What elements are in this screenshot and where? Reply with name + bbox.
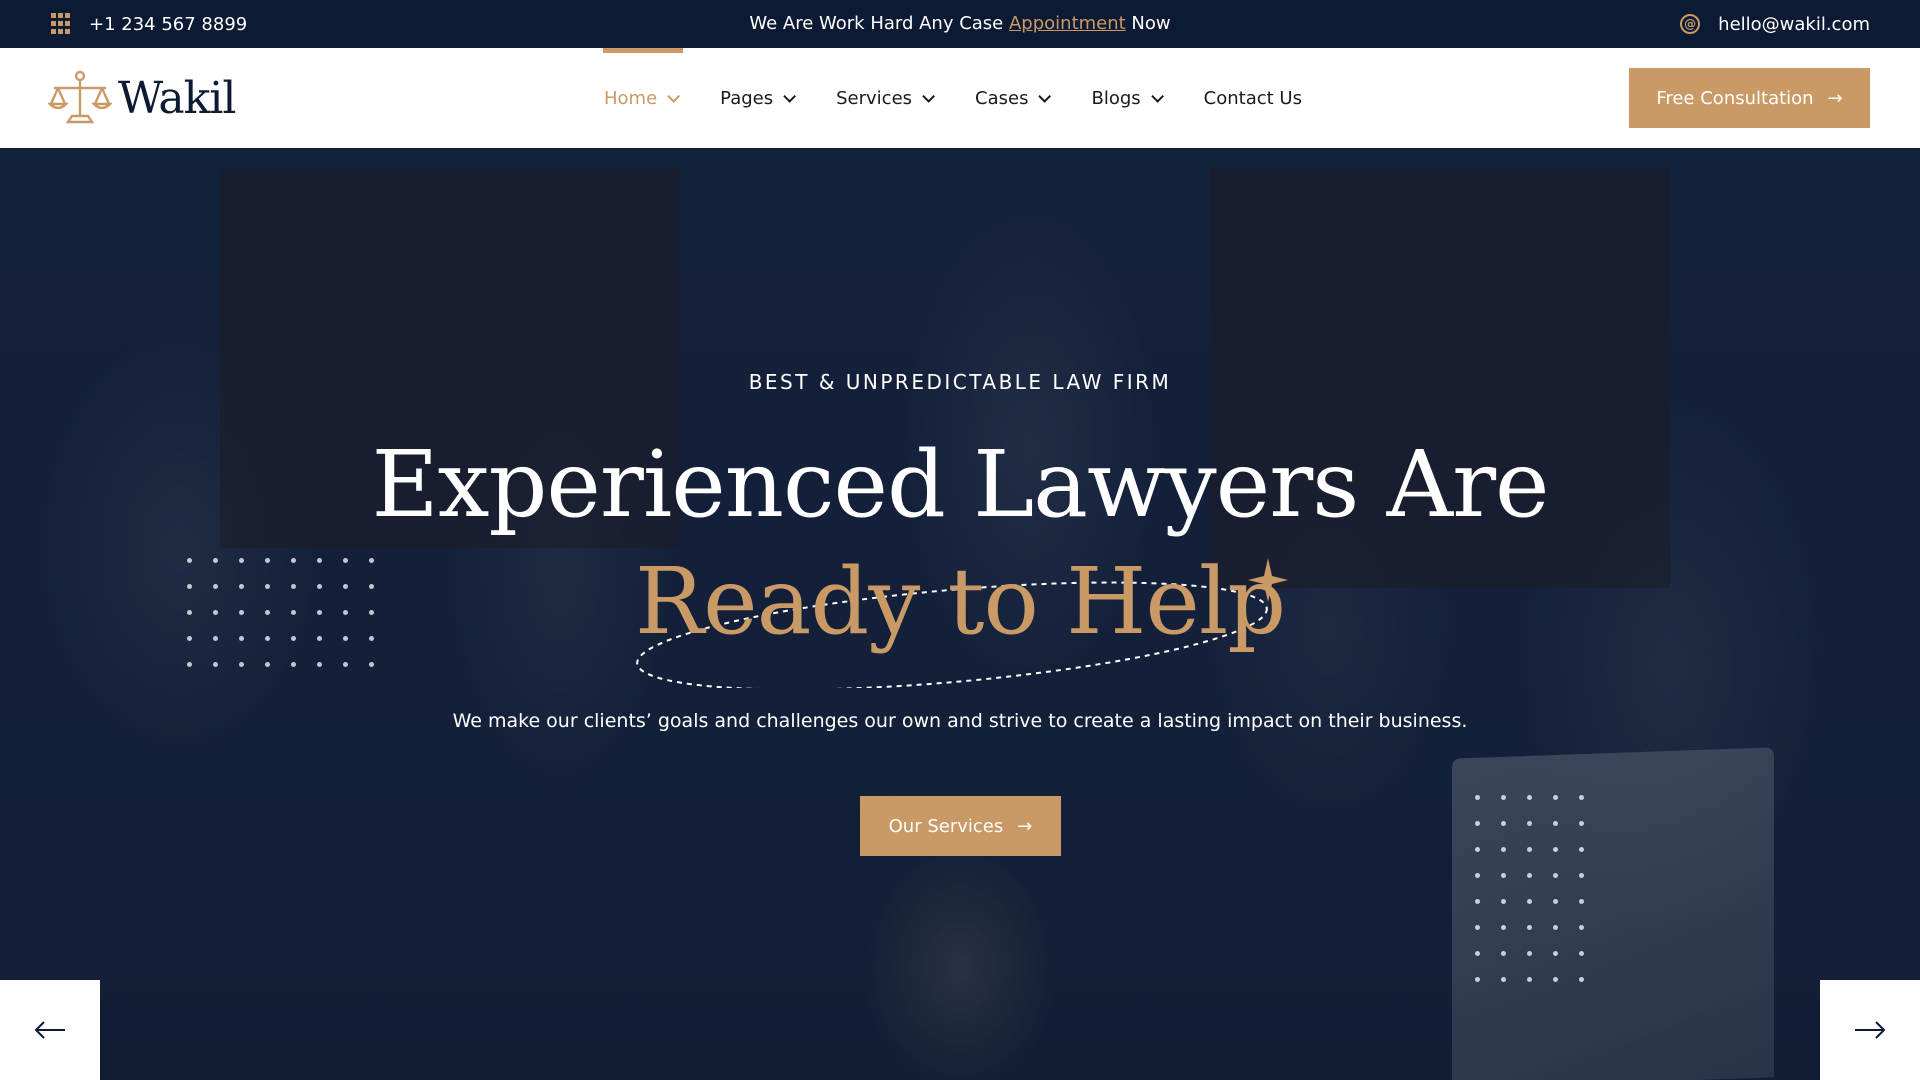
nav-item-services[interactable]: Services	[836, 48, 936, 148]
nav-item-contact-us[interactable]: Contact Us	[1204, 48, 1302, 148]
chevron-down-icon	[1038, 89, 1052, 103]
free-consultation-button[interactable]: Free Consultation →	[1629, 68, 1870, 128]
hero-description: We make our clients’ goals and challenge…	[452, 710, 1468, 732]
brand-name: Wakil	[118, 72, 236, 124]
nav-item-label: Pages	[720, 87, 774, 109]
nav-item-label: Services	[836, 87, 913, 109]
arrow-right-icon: →	[1017, 815, 1033, 837]
nav-item-cases[interactable]: Cases	[975, 48, 1052, 148]
nav-menu: Home Pages Services Cases Blogs Contact …	[602, 48, 1346, 148]
notice-text: We Are Work Hard Any Case	[749, 13, 1009, 34]
hero-headline-line2: Ready to Help	[634, 548, 1286, 655]
nav-item-label: Blogs	[1091, 87, 1141, 109]
chevron-down-icon	[1150, 89, 1164, 103]
topbar-email[interactable]: @ hello@wakil.com	[1680, 0, 1870, 48]
our-services-button[interactable]: Our Services →	[860, 796, 1061, 856]
nav-item-home[interactable]: Home	[602, 48, 684, 148]
nav-item-label: Contact Us	[1203, 87, 1302, 109]
hero-headline-line1: Experienced Lawyers Are	[371, 431, 1550, 538]
main-navigation: Wakil Home Pages Services Cases Blogs Co…	[0, 48, 1920, 148]
scales-of-justice-icon	[48, 70, 112, 124]
top-bar: +1 234 567 8899 We Are Work Hard Any Cas…	[0, 0, 1920, 48]
nav-item-label: Home	[604, 87, 658, 109]
nav-item-pages[interactable]: Pages	[720, 48, 797, 148]
email-address[interactable]: hello@wakil.com	[1718, 14, 1870, 35]
dialpad-icon	[51, 13, 73, 35]
slider-prev-button[interactable]	[0, 980, 100, 1080]
appointment-link[interactable]: Appointment	[1009, 13, 1126, 34]
topbar-notice: We Are Work Hard Any Case Appointment No…	[0, 0, 1920, 48]
chevron-down-icon	[922, 89, 936, 103]
cta-label: Free Consultation	[1656, 87, 1814, 109]
hero-section: BEST & UNPREDICTABLE LAW FIRM Experience…	[0, 148, 1920, 1080]
button-label: Our Services	[888, 815, 1004, 837]
hero-subtitle: BEST & UNPREDICTABLE LAW FIRM	[748, 370, 1172, 394]
at-sign-icon: @	[1680, 14, 1701, 34]
arrow-right-icon	[1855, 1021, 1886, 1039]
logo[interactable]: Wakil	[48, 68, 236, 128]
nav-item-label: Cases	[975, 87, 1029, 109]
chevron-down-icon	[667, 89, 681, 103]
arrow-left-icon	[34, 1021, 65, 1039]
arrow-right-icon: →	[1827, 87, 1843, 109]
chevron-down-icon	[783, 89, 797, 103]
topbar-phone[interactable]: +1 234 567 8899	[51, 0, 247, 48]
notice-text-end: Now	[1125, 13, 1171, 34]
dot-pattern-right	[1475, 795, 1584, 982]
phone-number[interactable]: +1 234 567 8899	[89, 14, 247, 35]
nav-item-blogs[interactable]: Blogs	[1091, 48, 1164, 148]
slider-next-button[interactable]	[1820, 980, 1920, 1080]
